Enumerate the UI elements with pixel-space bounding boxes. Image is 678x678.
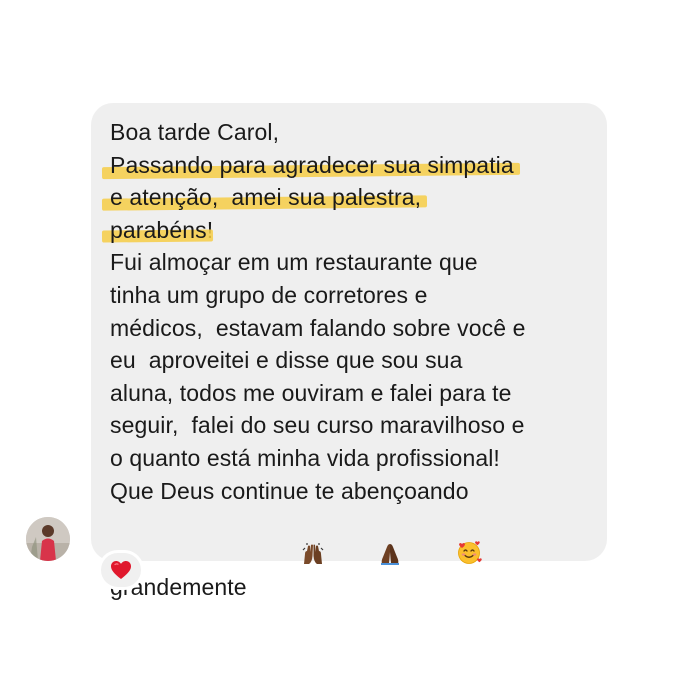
highlight-marker: parabéns: [110, 216, 207, 243]
message-line-highlighted: Passando para agradecer sua simpatia: [110, 149, 600, 182]
message-line: Fui almoçar em um restaurante que: [110, 249, 478, 276]
highlight-marker: Passando para agradecer sua simpatia: [110, 151, 514, 178]
avatar[interactable]: [26, 517, 70, 561]
message-line: o quanto está minha vida profissional!: [110, 444, 500, 471]
reaction-badge[interactable]: [98, 550, 144, 590]
message-line: eu aproveitei e disse que sou sua: [110, 347, 463, 374]
highlight-marker: e atenção, amei sua palestra,: [110, 184, 422, 211]
smiling-face-with-hearts-icon: [404, 507, 483, 607]
message-line-last: grandemente: [110, 507, 600, 607]
message-line: médicos, estavam falando sobre você e: [110, 314, 526, 341]
message-line: Que Deus continue te abençoando: [110, 477, 469, 504]
chat-view: Boa tarde Carol, Passando para agradecer…: [0, 0, 678, 678]
raising-hands-icon: [249, 509, 325, 607]
red-heart-icon: [111, 561, 131, 579]
folded-hands-icon: [327, 509, 403, 607]
message-line: Boa tarde Carol,: [110, 119, 280, 145]
message-line-highlighted: parabéns!: [110, 214, 600, 247]
message-line: seguir, falei do seu curso maravilhoso e: [110, 412, 525, 439]
message-line: aluna, todos me ouviram e falei para te: [110, 379, 512, 406]
message-line-highlighted: e atenção, amei sua palestra,: [110, 181, 600, 214]
profile-photo-icon: [26, 517, 70, 561]
message-line: tinha um grupo de corretores e: [110, 281, 428, 308]
message-text: Boa tarde Carol, Passando para agradecer…: [110, 116, 600, 607]
